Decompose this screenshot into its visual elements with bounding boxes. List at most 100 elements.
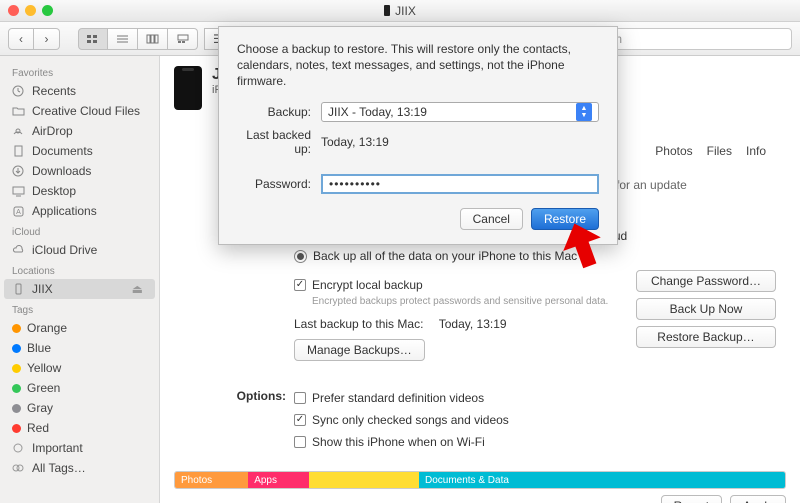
eject-icon[interactable]: ⏏ <box>132 282 143 296</box>
folder-icon <box>12 105 26 117</box>
sidebar-item-label: Creative Cloud Files <box>32 104 140 118</box>
checkbox-icon <box>294 436 306 448</box>
sidebar-item-label: iCloud Drive <box>32 243 97 257</box>
view-column-button[interactable] <box>138 28 168 50</box>
sidebar-item-desktop[interactable]: Desktop <box>0 181 159 201</box>
tag-dot-icon <box>12 404 21 413</box>
sidebar-item-label: Important <box>32 441 83 455</box>
backup-select-label: Backup: <box>237 105 321 119</box>
manage-backups-button[interactable]: Manage Backups… <box>294 339 425 361</box>
window-title: JIIX <box>0 4 800 18</box>
view-gallery-button[interactable] <box>168 28 198 50</box>
phone-illustration-icon <box>174 66 202 110</box>
sidebar-item-label: JIIX <box>32 282 53 296</box>
sidebar-heading: Tags <box>0 299 159 318</box>
backups-label: Backups: <box>174 226 294 361</box>
tag-dot-icon <box>12 324 21 333</box>
tab-photos[interactable]: Photos <box>655 144 692 158</box>
option-sync-label: Sync only checked songs and videos <box>312 409 509 431</box>
sidebar-item-label: Desktop <box>32 184 76 198</box>
sidebar-item-label: Applications <box>32 204 97 218</box>
device-tabs: Photos Files Info <box>655 144 766 158</box>
sidebar-heading: Locations <box>0 260 159 279</box>
airdrop-icon <box>12 125 26 137</box>
options-label: Options: <box>174 387 294 453</box>
revert-button[interactable]: Revert <box>661 495 722 503</box>
radio-icon <box>294 250 307 263</box>
sidebar-item-orange[interactable]: Orange <box>0 318 159 338</box>
tab-info[interactable]: Info <box>746 144 766 158</box>
sidebar-heading: iCloud <box>0 221 159 240</box>
option-sd-videos[interactable]: Prefer standard definition videos <box>294 387 786 409</box>
checkbox-icon <box>294 279 306 291</box>
sidebar-item-yellow[interactable]: Yellow <box>0 358 159 378</box>
sidebar-item-label: Orange <box>27 321 67 335</box>
last-backed-up-value: Today, 13:19 <box>321 135 389 149</box>
sidebar-item-label: Red <box>27 421 49 435</box>
apply-button[interactable]: Apply <box>730 495 786 503</box>
window-title-text: JIIX <box>395 4 416 18</box>
sidebar-item-creative-cloud-files[interactable]: Creative Cloud Files <box>0 101 159 121</box>
usage-docs: Documents & Data <box>419 472 785 488</box>
sidebar-item-downloads[interactable]: Downloads <box>0 161 159 181</box>
sidebar-item-label: All Tags… <box>32 461 86 475</box>
sidebar-item-documents[interactable]: Documents <box>0 141 159 161</box>
tag-dot-icon <box>12 344 21 353</box>
restore-button[interactable]: Restore <box>531 208 599 230</box>
sidebar-heading: Favorites <box>0 62 159 81</box>
storage-usage-bar: Photos Apps Documents & Data <box>174 471 786 489</box>
backup-select[interactable]: JIIX - Today, 13:19 ▲▼ <box>321 102 599 122</box>
sidebar-item-gray[interactable]: Gray <box>0 398 159 418</box>
sidebar-item-important[interactable]: Important <box>0 438 159 458</box>
sidebar-item-airdrop[interactable]: AirDrop <box>0 121 159 141</box>
encrypt-label: Encrypt local backup <box>312 274 423 296</box>
sidebar-item-all-tags-[interactable]: All Tags… <box>0 458 159 478</box>
sidebar-item-blue[interactable]: Blue <box>0 338 159 358</box>
back-button[interactable]: ‹ <box>8 28 34 50</box>
sidebar-item-icloud-drive[interactable]: iCloud Drive <box>0 240 159 260</box>
clock-icon <box>12 85 26 97</box>
option-sync-checked[interactable]: Sync only checked songs and videos <box>294 409 786 431</box>
app-icon: A <box>12 205 26 217</box>
sidebar-item-label: Blue <box>27 341 51 355</box>
dialog-description: Choose a backup to restore. This will re… <box>237 41 599 90</box>
circle-icon <box>12 442 26 454</box>
tab-files[interactable]: Files <box>707 144 732 158</box>
sidebar-item-label: Gray <box>27 401 53 415</box>
restore-backup-button[interactable]: Restore Backup… <box>636 326 776 348</box>
svg-text:A: A <box>16 209 21 216</box>
last-backed-up-row: Last backed up: Today, 13:19 <box>237 128 599 156</box>
sidebar-item-jiix[interactable]: JIIX ⏏ <box>4 279 155 299</box>
last-backed-up-label: Last backed up: <box>237 128 321 156</box>
sidebar-item-green[interactable]: Green <box>0 378 159 398</box>
cancel-button[interactable]: Cancel <box>460 208 523 230</box>
password-value: •••••••••• <box>329 177 381 191</box>
backup-select-row: Backup: JIIX - Today, 13:19 ▲▼ <box>237 102 599 122</box>
last-backup-label: Last backup to this Mac: <box>294 313 423 335</box>
password-field[interactable]: •••••••••• <box>321 174 599 194</box>
option-sd-label: Prefer standard definition videos <box>312 387 484 409</box>
view-icon-button[interactable] <box>78 28 108 50</box>
download-icon <box>12 165 26 177</box>
usage-photos: Photos <box>175 472 248 488</box>
sidebar-item-label: Recents <box>32 84 76 98</box>
checkbox-icon <box>294 414 306 426</box>
cloud-icon <box>12 244 26 256</box>
change-password-button[interactable]: Change Password… <box>636 270 776 292</box>
sidebar-item-red[interactable]: Red <box>0 418 159 438</box>
tag-dot-icon <box>12 364 21 373</box>
sidebar-item-recents[interactable]: Recents <box>0 81 159 101</box>
option-show-wifi[interactable]: Show this iPhone when on Wi-Fi <box>294 431 786 453</box>
stepper-arrows-icon: ▲▼ <box>576 103 592 121</box>
forward-button[interactable]: › <box>34 28 60 50</box>
view-mode-segment <box>78 28 198 50</box>
view-list-button[interactable] <box>108 28 138 50</box>
tag-dot-icon <box>12 424 21 433</box>
desktop-icon <box>12 185 26 197</box>
footer-buttons: Revert Apply <box>174 495 786 503</box>
dialog-buttons: Cancel Restore <box>237 208 599 230</box>
sidebar-item-applications[interactable]: A Applications <box>0 201 159 221</box>
password-row: Password: •••••••••• <box>237 174 599 194</box>
backup-now-button[interactable]: Back Up Now <box>636 298 776 320</box>
backup-mac-option[interactable]: Back up all of the data on your iPhone t… <box>294 246 786 266</box>
